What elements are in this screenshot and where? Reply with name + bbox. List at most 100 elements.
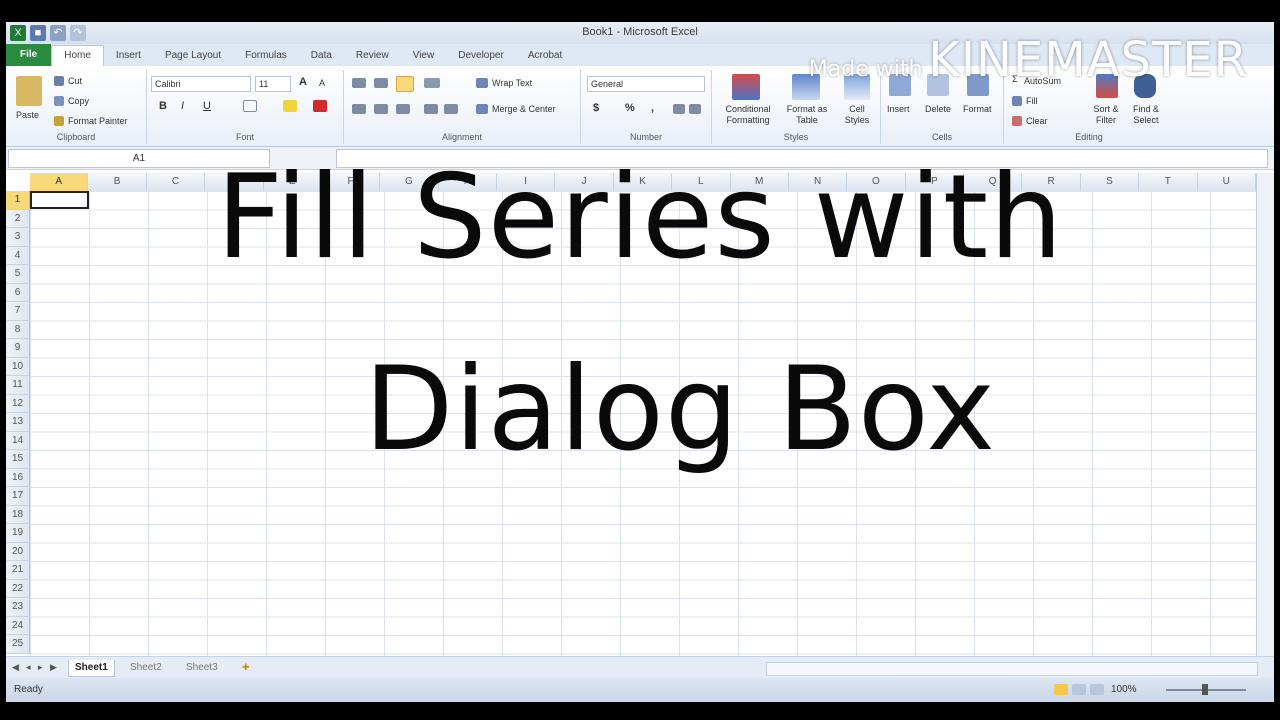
format-painter-button[interactable]: Format Painter [68,116,128,126]
sheet-tab-1[interactable]: Sheet1 [68,660,115,677]
row-header-15[interactable]: 15 [6,450,30,469]
fill-icon [1012,96,1022,106]
shrink-font-button[interactable]: A [319,78,325,88]
number-label: Number [629,132,662,142]
currency-button[interactable]: $ [593,102,599,114]
tab-home[interactable]: Home [51,45,104,66]
row-header-17[interactable]: 17 [6,487,30,506]
last-sheet-icon[interactable]: ▶ [50,662,57,673]
font-color-icon[interactable] [313,100,327,112]
cut-button[interactable]: Cut [68,76,82,86]
cell-styles-button[interactable]: Cell Styles [838,104,876,126]
row-header-12[interactable]: 12 [6,394,30,413]
watermark-prefix: Made with [808,57,923,82]
paste-button[interactable]: Paste [16,110,39,120]
align-bottom-icon[interactable] [396,76,414,92]
row-header-23[interactable]: 23 [6,598,30,617]
status-text: Ready [14,684,43,695]
tab-formulas[interactable]: Formulas [233,46,299,66]
horizontal-scrollbar[interactable] [766,662,1258,676]
align-middle-icon[interactable] [374,78,388,88]
tab-view[interactable]: View [401,46,447,66]
comma-button[interactable]: , [651,102,654,114]
row-header-7[interactable]: 7 [6,302,30,321]
decrease-indent-icon[interactable] [424,104,438,114]
font-name-select[interactable]: Calibri [151,76,251,92]
page-layout-view-icon[interactable] [1072,684,1086,695]
kinemaster-watermark: Made with KINEMASTER [809,32,1248,88]
next-sheet-icon[interactable]: ▸ [38,662,43,673]
row-header-8[interactable]: 8 [6,320,30,339]
delete-cells-button[interactable]: Delete [925,104,951,114]
number-format-select[interactable]: General [587,76,705,92]
font-size-select[interactable]: 11 [255,76,291,92]
watermark-brand: KINEMASTER [928,32,1248,88]
increase-decimal-icon[interactable] [673,104,685,114]
zoom-slider-handle[interactable] [1202,684,1208,695]
borders-icon[interactable] [243,100,257,112]
insert-sheet-icon[interactable]: ✚ [242,662,250,673]
row-header-13[interactable]: 13 [6,413,30,432]
format-as-table-button[interactable]: Format as Table [786,104,828,126]
clipboard-label: Clipboard [56,132,96,142]
cut-icon [54,76,64,86]
row-header-19[interactable]: 19 [6,524,30,543]
fill-color-icon[interactable] [283,100,297,112]
tab-data[interactable]: Data [299,46,344,66]
percent-button[interactable]: % [625,102,635,114]
first-sheet-icon[interactable]: ◀ [12,662,19,673]
prev-sheet-icon[interactable]: ◂ [26,662,31,673]
row-header-18[interactable]: 18 [6,505,30,524]
increase-indent-icon[interactable] [444,104,458,114]
row-header-14[interactable]: 14 [6,431,30,450]
tab-file[interactable]: File [6,44,52,66]
bold-button[interactable]: B [159,100,167,112]
decrease-decimal-icon[interactable] [689,104,701,114]
merge-center-button[interactable]: Merge & Center [492,104,556,114]
align-center-icon[interactable] [374,104,388,114]
page-break-view-icon[interactable] [1090,684,1104,695]
row-header-9[interactable]: 9 [6,339,30,358]
grow-font-button[interactable]: A [299,76,307,88]
row-header-20[interactable]: 20 [6,542,30,561]
wrap-text-button[interactable]: Wrap Text [492,78,532,88]
row-header-22[interactable]: 22 [6,579,30,598]
conditional-formatting-icon [732,74,760,100]
row-header-25[interactable]: 25 [6,635,30,654]
font-label: Font [235,132,254,142]
tab-review[interactable]: Review [344,46,401,66]
clear-button[interactable]: Clear [1026,116,1048,126]
tab-developer[interactable]: Developer [446,46,516,66]
underline-button[interactable]: U [203,100,211,112]
align-top-icon[interactable] [352,78,366,88]
row-header-21[interactable]: 21 [6,561,30,580]
format-cells-button[interactable]: Format [963,104,992,114]
tab-acrobat[interactable]: Acrobat [516,46,574,66]
copy-button[interactable]: Copy [68,96,89,106]
editing-label: Editing [1075,132,1103,142]
fill-button[interactable]: Fill [1026,96,1038,106]
insert-cells-button[interactable]: Insert [887,104,910,114]
align-right-icon[interactable] [396,104,410,114]
row-header-6[interactable]: 6 [6,283,30,302]
normal-view-icon[interactable] [1054,684,1068,695]
row-header-24[interactable]: 24 [6,616,30,635]
clear-icon [1012,116,1022,126]
row-header-11[interactable]: 11 [6,376,30,395]
paste-icon[interactable] [16,76,42,106]
sheet-tab-bar: ◀ ◂ ▸ ▶ Sheet1 Sheet2 Sheet3 ✚ [6,656,1274,679]
tab-insert[interactable]: Insert [104,46,153,66]
merge-center-icon [476,104,488,114]
tab-page-layout[interactable]: Page Layout [153,46,233,66]
find-select-button[interactable]: Find & Select [1126,104,1166,126]
zoom-level[interactable]: 100% [1111,684,1137,695]
conditional-formatting-button[interactable]: Conditional Formatting [720,104,776,126]
align-left-icon[interactable] [352,104,366,114]
italic-button[interactable]: I [181,100,184,112]
orientation-icon[interactable] [424,78,440,88]
sort-filter-button[interactable]: Sort & Filter [1088,104,1124,126]
sheet-tab-3[interactable]: Sheet3 [180,660,224,676]
row-header-10[interactable]: 10 [6,357,30,376]
row-header-16[interactable]: 16 [6,468,30,487]
sheet-tab-2[interactable]: Sheet2 [124,660,168,676]
